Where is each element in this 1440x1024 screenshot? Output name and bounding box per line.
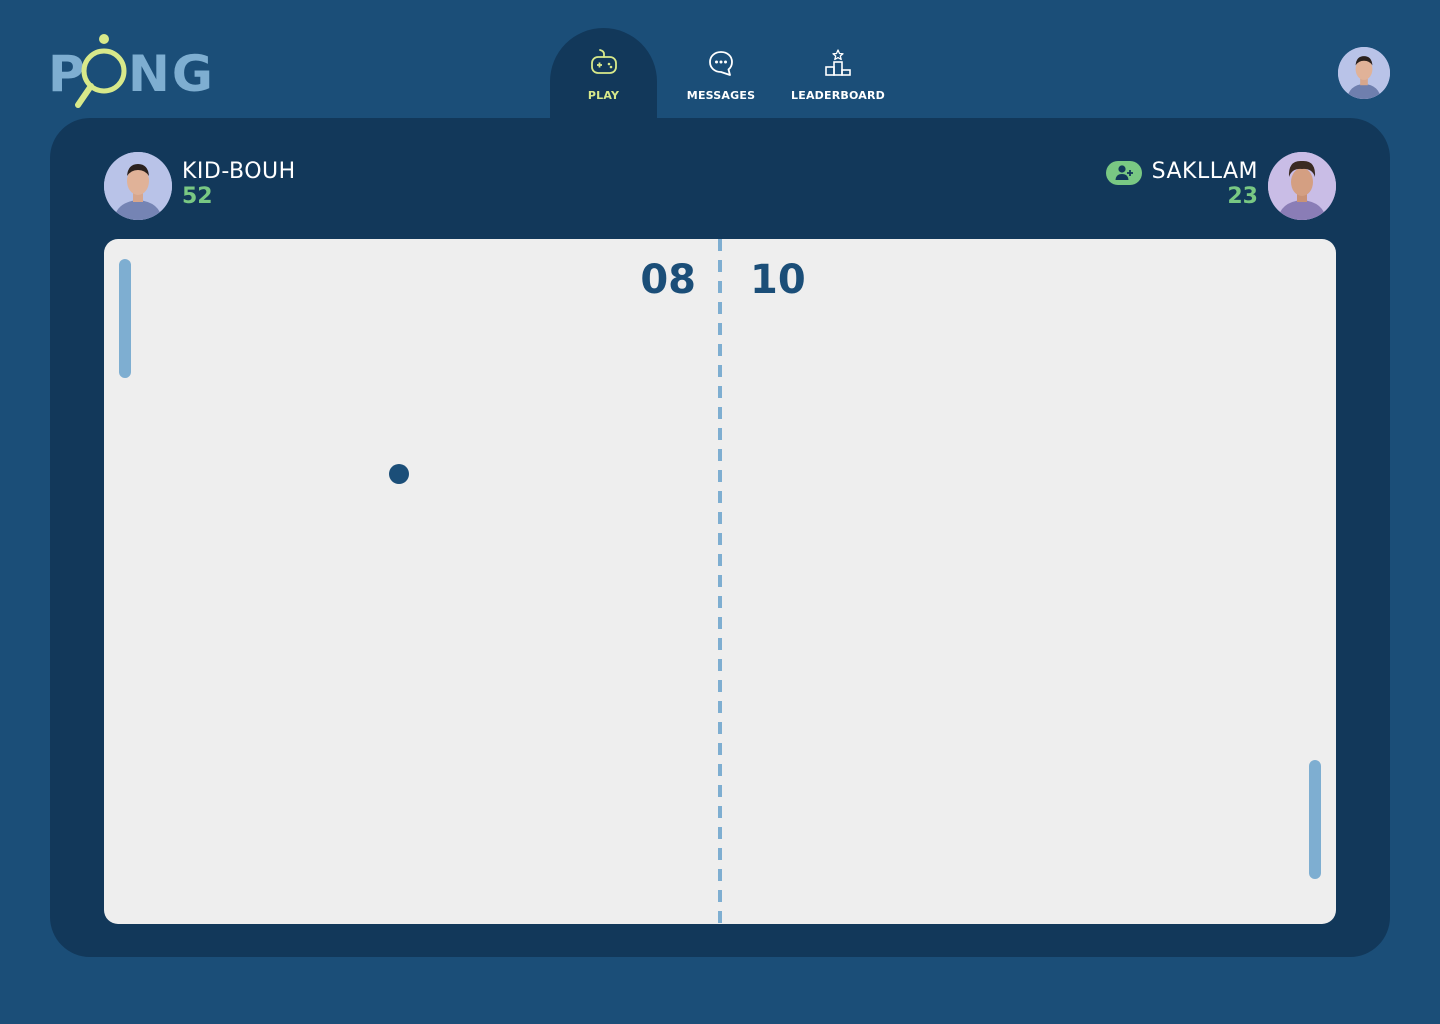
player-right-name: SAKLLAM xyxy=(1151,159,1258,184)
nav-tab-messages[interactable]: MESSAGES xyxy=(657,28,785,118)
pong-logo[interactable]: P NG xyxy=(48,34,213,112)
center-net xyxy=(718,239,722,924)
game-panel: KID-BOUH 52 SAKLLAM 23 08 10 xyxy=(50,118,1390,957)
player-left-name: KID-BOUH xyxy=(182,159,296,184)
player-left-level: 52 xyxy=(182,184,213,209)
score-left: 08 xyxy=(640,257,696,303)
player-right-portrait-icon xyxy=(1268,152,1336,220)
user-portrait-icon xyxy=(1338,47,1390,99)
current-user-avatar[interactable] xyxy=(1338,47,1390,99)
player-left-avatar[interactable] xyxy=(104,152,172,220)
player-left-portrait-icon xyxy=(104,152,172,220)
add-user-icon xyxy=(1115,165,1133,180)
chat-bubble-icon xyxy=(709,51,733,76)
player-right-level: 23 xyxy=(1227,184,1258,209)
logo-letters-ng: NG xyxy=(128,45,215,103)
main-nav: PLAY MESSAGES LEADERBOARD xyxy=(550,28,891,118)
add-friend-button[interactable] xyxy=(1106,161,1142,185)
paddle-left[interactable] xyxy=(119,259,131,378)
nav-tab-leaderboard[interactable]: LEADERBOARD xyxy=(785,28,891,118)
nav-label-play: PLAY xyxy=(587,89,620,102)
paddle-right xyxy=(1309,760,1321,879)
player-right-avatar[interactable] xyxy=(1268,152,1336,220)
ball xyxy=(389,464,409,484)
nav-tab-play[interactable]: PLAY xyxy=(550,28,657,118)
score-right: 10 xyxy=(750,257,806,303)
logo-racket-icon xyxy=(75,34,127,108)
podium-icon xyxy=(825,49,851,76)
nav-label-messages: MESSAGES xyxy=(686,89,756,102)
nav-label-leaderboard: LEADERBOARD xyxy=(791,89,885,102)
gamepad-icon xyxy=(590,49,617,74)
game-board[interactable]: 08 10 xyxy=(104,239,1336,924)
